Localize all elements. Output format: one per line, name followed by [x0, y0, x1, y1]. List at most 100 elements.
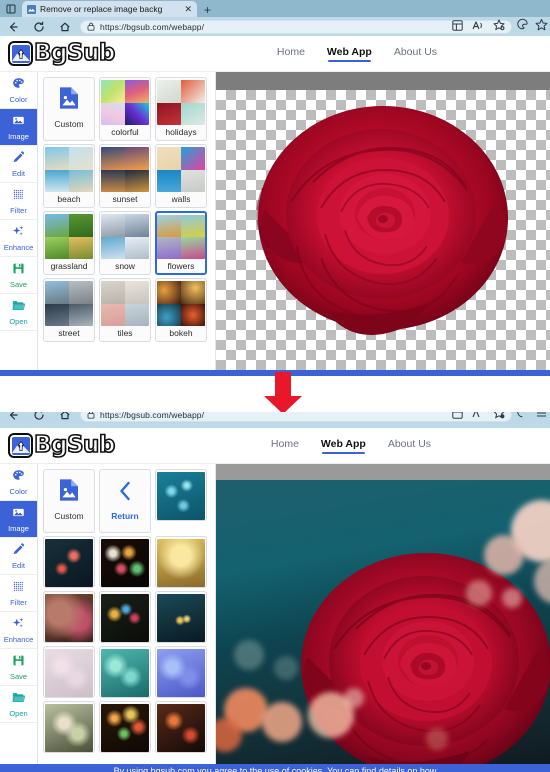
thumbnail-image	[157, 594, 205, 642]
thumbnail-tiles[interactable]: tiles	[99, 278, 151, 342]
thumbnail-bokeh-10-bottom[interactable]	[99, 646, 151, 698]
bgsub-logo-icon	[8, 41, 33, 66]
custom-background-button-bottom[interactable]: Custom	[43, 469, 95, 533]
custom-background-button[interactable]: Custom	[43, 77, 95, 141]
sidebar-item-image-bottom[interactable]: Image	[0, 501, 37, 538]
thumbnail-snow[interactable]: snow	[99, 211, 151, 275]
sidebar-item-label: Color	[9, 94, 28, 104]
thumbnail-flowers[interactable]: flowers	[155, 211, 207, 275]
sidebar-item-open[interactable]: Open	[0, 294, 37, 331]
thumbnail-image	[101, 80, 149, 125]
thumbnail-bokeh-2-bottom[interactable]	[155, 469, 207, 521]
pencil-icon	[12, 150, 25, 169]
app-body-bottom: Color Image Edit Filter Enhance Save Open Cust…	[0, 464, 550, 764]
thumbnail-holidays[interactable]: holidays	[155, 77, 207, 141]
home-icon[interactable]	[52, 17, 78, 36]
sidebar-item-color[interactable]: Color	[0, 72, 37, 109]
thumbnail-image	[157, 281, 205, 326]
sidebar-item-filter[interactable]: Filter	[0, 183, 37, 220]
reload-icon[interactable]	[26, 17, 52, 36]
browser-tab[interactable]: Remove or replace image backg ✕	[22, 1, 197, 17]
nav-about-us-bottom[interactable]: About Us	[388, 438, 431, 453]
floppy-icon	[13, 655, 24, 665]
sidebar-item-edit[interactable]: Edit	[0, 146, 37, 183]
reload-icon-bottom[interactable]	[26, 412, 52, 425]
thumbnail-bokeh-3-bottom[interactable]	[43, 536, 95, 588]
editor-canvas-top[interactable]	[216, 72, 550, 370]
thumbnail-colorful[interactable]: colorful	[99, 77, 151, 141]
thumbnail-bokeh-11-bottom[interactable]	[155, 646, 207, 698]
thumbnail-grassland[interactable]: grassland	[43, 211, 95, 275]
collections-icon[interactable]	[452, 18, 463, 36]
browser-toolbar-bottom: https://bgsub.com/webapp/	[0, 412, 550, 428]
cookie-consent-bar[interactable]: By using bgsub.com you agree to the use …	[0, 764, 550, 772]
bokeh-background-image	[216, 480, 550, 764]
thumbnail-sunset[interactable]: sunset	[99, 144, 151, 208]
thumbnail-bokeh-7-bottom[interactable]	[99, 591, 151, 643]
address-bar-bottom[interactable]: https://bgsub.com/webapp/	[80, 412, 512, 422]
thumbnail-street[interactable]: street	[43, 278, 95, 342]
thumbnail-bokeh-4-bottom[interactable]	[99, 536, 151, 588]
palette-icon	[13, 77, 24, 88]
thumbnail-image	[101, 704, 149, 752]
tab-close-icon[interactable]: ✕	[184, 4, 192, 14]
browser-essentials-icon-bottom[interactable]	[516, 412, 529, 424]
sidebar-item-save-bottom[interactable]: Save	[0, 649, 37, 686]
browser-essentials-icon[interactable]	[516, 18, 529, 36]
thumbnail-bokeh-8-bottom[interactable]	[155, 591, 207, 643]
back-icon[interactable]	[0, 17, 26, 36]
thumbnail-image	[157, 147, 205, 192]
thumbnail-bokeh-13-bottom[interactable]	[99, 701, 151, 753]
sidebar-item-image[interactable]: Image	[0, 109, 37, 146]
sidebar-item-label: Edit	[12, 168, 25, 178]
collections-icon-bottom[interactable]	[452, 412, 463, 424]
site-logo-bottom[interactable]: BgSub	[0, 432, 116, 458]
sidebar-item-save[interactable]: Save	[0, 257, 37, 294]
more-icon-bottom[interactable]	[535, 412, 548, 424]
favorites-icon[interactable]	[535, 18, 548, 36]
add-favorite-icon[interactable]	[493, 18, 505, 36]
sidebar-item-color-bottom[interactable]: Color	[0, 464, 37, 501]
thumbnail-label: Return	[111, 510, 139, 521]
sidebar-item-label: Image	[8, 131, 29, 141]
lock-icon	[87, 18, 95, 36]
thumbnail-label: grassland	[50, 261, 88, 271]
thumbnail-bokeh[interactable]: bokeh	[155, 278, 207, 342]
sidebar-item-enhance[interactable]: Enhance	[0, 220, 37, 257]
nav-home[interactable]: Home	[277, 46, 305, 61]
thumbnail-bokeh-9-bottom[interactable]	[43, 646, 95, 698]
return-button-bottom[interactable]: Return	[99, 469, 151, 533]
thumbnail-image	[157, 704, 205, 752]
add-favorite-icon-bottom[interactable]	[493, 412, 505, 424]
sidebar-item-enhance-bottom[interactable]: Enhance	[0, 612, 37, 649]
new-tab-button[interactable]: +	[197, 4, 218, 17]
sidebar-item-open-bottom[interactable]: Open	[0, 686, 37, 723]
site-logo[interactable]: BgSub	[0, 40, 116, 66]
thumbnail-label: street	[58, 328, 80, 338]
nav-home-bottom[interactable]: Home	[271, 438, 299, 453]
bokeh-circle	[274, 656, 298, 680]
thumbnail-bokeh-12-bottom[interactable]	[43, 701, 95, 753]
nav-about-us[interactable]: About Us	[394, 46, 437, 61]
editor-canvas-bottom[interactable]	[216, 464, 550, 764]
home-icon-bottom[interactable]	[52, 412, 78, 425]
address-bar-url-bottom: https://bgsub.com/webapp/	[100, 412, 205, 420]
back-icon-bottom[interactable]	[0, 412, 26, 425]
read-aloud-icon-bottom[interactable]	[472, 412, 484, 424]
thumbnail-walls[interactable]: walls	[155, 144, 207, 208]
address-bar[interactable]: https://bgsub.com/webapp/	[80, 18, 512, 36]
tab-actions-icon[interactable]	[0, 0, 22, 17]
sidebar-item-filter-bottom[interactable]: Filter	[0, 575, 37, 612]
background-category-panel: Custom colorful holidays beach sunset walls gr…	[38, 72, 216, 370]
thumbnail-bokeh-6-bottom[interactable]	[43, 591, 95, 643]
thumbnail-bokeh-5-bottom[interactable]	[155, 536, 207, 588]
thumbnail-bokeh-14-bottom[interactable]	[155, 701, 207, 753]
thumbnail-image	[101, 281, 149, 326]
nav-web-app[interactable]: Web App	[327, 46, 372, 62]
thumbnail-beach[interactable]: beach	[43, 144, 95, 208]
folder-icon	[12, 300, 26, 310]
lock-icon-bottom	[87, 412, 95, 424]
nav-web-app-bottom[interactable]: Web App	[321, 438, 366, 454]
read-aloud-icon[interactable]	[472, 18, 484, 36]
sidebar-item-edit-bottom[interactable]: Edit	[0, 538, 37, 575]
